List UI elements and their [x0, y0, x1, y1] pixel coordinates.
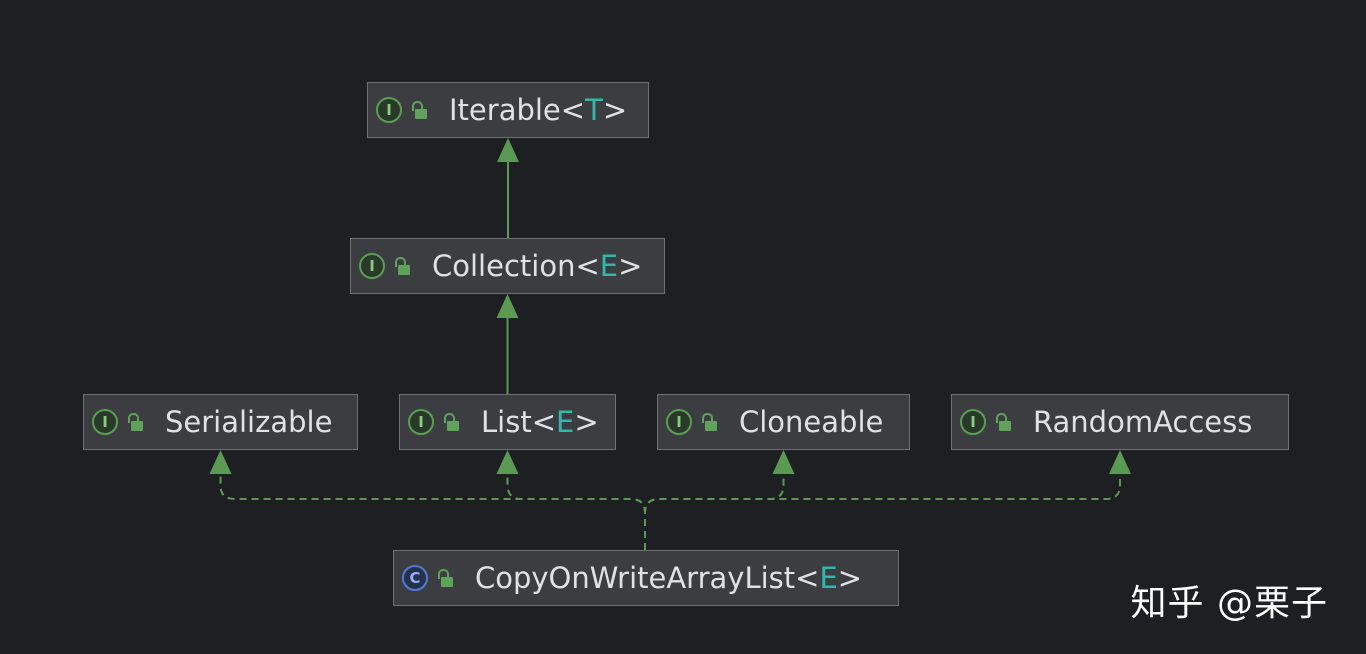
edge-copyonwritearraylist-to-serializable — [219, 470, 646, 550]
node-serializable[interactable]: I Serializable — [83, 394, 358, 450]
public-lock-icon — [995, 412, 1011, 432]
node-list[interactable]: I List < E > — [399, 394, 616, 450]
arrow-head — [497, 138, 519, 162]
type-name: CopyOnWriteArrayList — [475, 561, 796, 595]
watermark: 知乎 @栗子 — [1130, 583, 1328, 624]
public-lock-icon — [411, 100, 427, 120]
generic-close: > — [574, 405, 599, 439]
interface-icon: I — [666, 409, 692, 435]
edge-copyonwritearraylist-to-cloneable — [644, 470, 785, 550]
type-parameter: E — [556, 405, 575, 439]
public-lock-icon — [127, 412, 143, 432]
interface-icon: I — [408, 409, 434, 435]
node-label: Serializable — [165, 405, 332, 439]
node-cloneable[interactable]: I Cloneable — [657, 394, 910, 450]
node-collection[interactable]: I Collection < E > — [350, 238, 665, 294]
arrow-head — [496, 450, 519, 474]
node-label: Iterable < T > — [449, 93, 627, 127]
type-parameter: E — [819, 561, 838, 595]
type-name: Iterable — [449, 93, 561, 127]
public-lock-icon — [437, 568, 453, 588]
type-name: Collection — [432, 249, 576, 283]
arrow-head — [209, 450, 232, 474]
node-label: List < E > — [481, 405, 599, 439]
node-label: RandomAccess — [1033, 405, 1252, 439]
node-label: Collection < E > — [432, 249, 642, 283]
arrow-head — [772, 450, 795, 474]
type-name: RandomAccess — [1033, 405, 1253, 439]
edge-copyonwritearraylist-to-randomaccess — [644, 470, 1121, 550]
type-parameter: E — [599, 249, 619, 283]
public-lock-icon — [701, 412, 717, 432]
edge-copyonwritearraylist-to-list — [506, 470, 646, 550]
node-iterable[interactable]: I Iterable < T > — [367, 82, 649, 138]
type-name: Serializable — [165, 405, 333, 439]
generic-close: > — [602, 93, 628, 127]
public-lock-icon — [443, 412, 459, 432]
interface-icon: I — [376, 97, 402, 123]
type-name: Cloneable — [739, 405, 884, 439]
type-name: List — [481, 405, 532, 439]
node-randomaccess[interactable]: I RandomAccess — [951, 394, 1289, 450]
generic-open: < — [795, 561, 820, 595]
public-lock-icon — [394, 256, 410, 276]
generic-open: < — [531, 405, 557, 439]
interface-icon: I — [92, 409, 118, 435]
class-icon: C — [402, 565, 428, 591]
node-label: CopyOnWriteArrayList < E > — [475, 561, 862, 595]
generic-close: > — [618, 249, 643, 283]
generic-open: < — [560, 93, 586, 127]
arrow-head — [496, 294, 519, 318]
generic-open: < — [575, 249, 600, 283]
generic-close: > — [837, 561, 863, 595]
node-label: Cloneable — [739, 405, 883, 439]
arrow-head — [1109, 450, 1131, 474]
interface-icon: I — [960, 409, 986, 435]
uml-diagram: I Iterable < T > I Collection < E > I Serializable I… — [0, 0, 1366, 654]
node-copyonwritearraylist[interactable]: C CopyOnWriteArrayList < E > — [393, 550, 899, 606]
type-parameter: T — [585, 93, 603, 127]
interface-icon: I — [359, 253, 385, 279]
